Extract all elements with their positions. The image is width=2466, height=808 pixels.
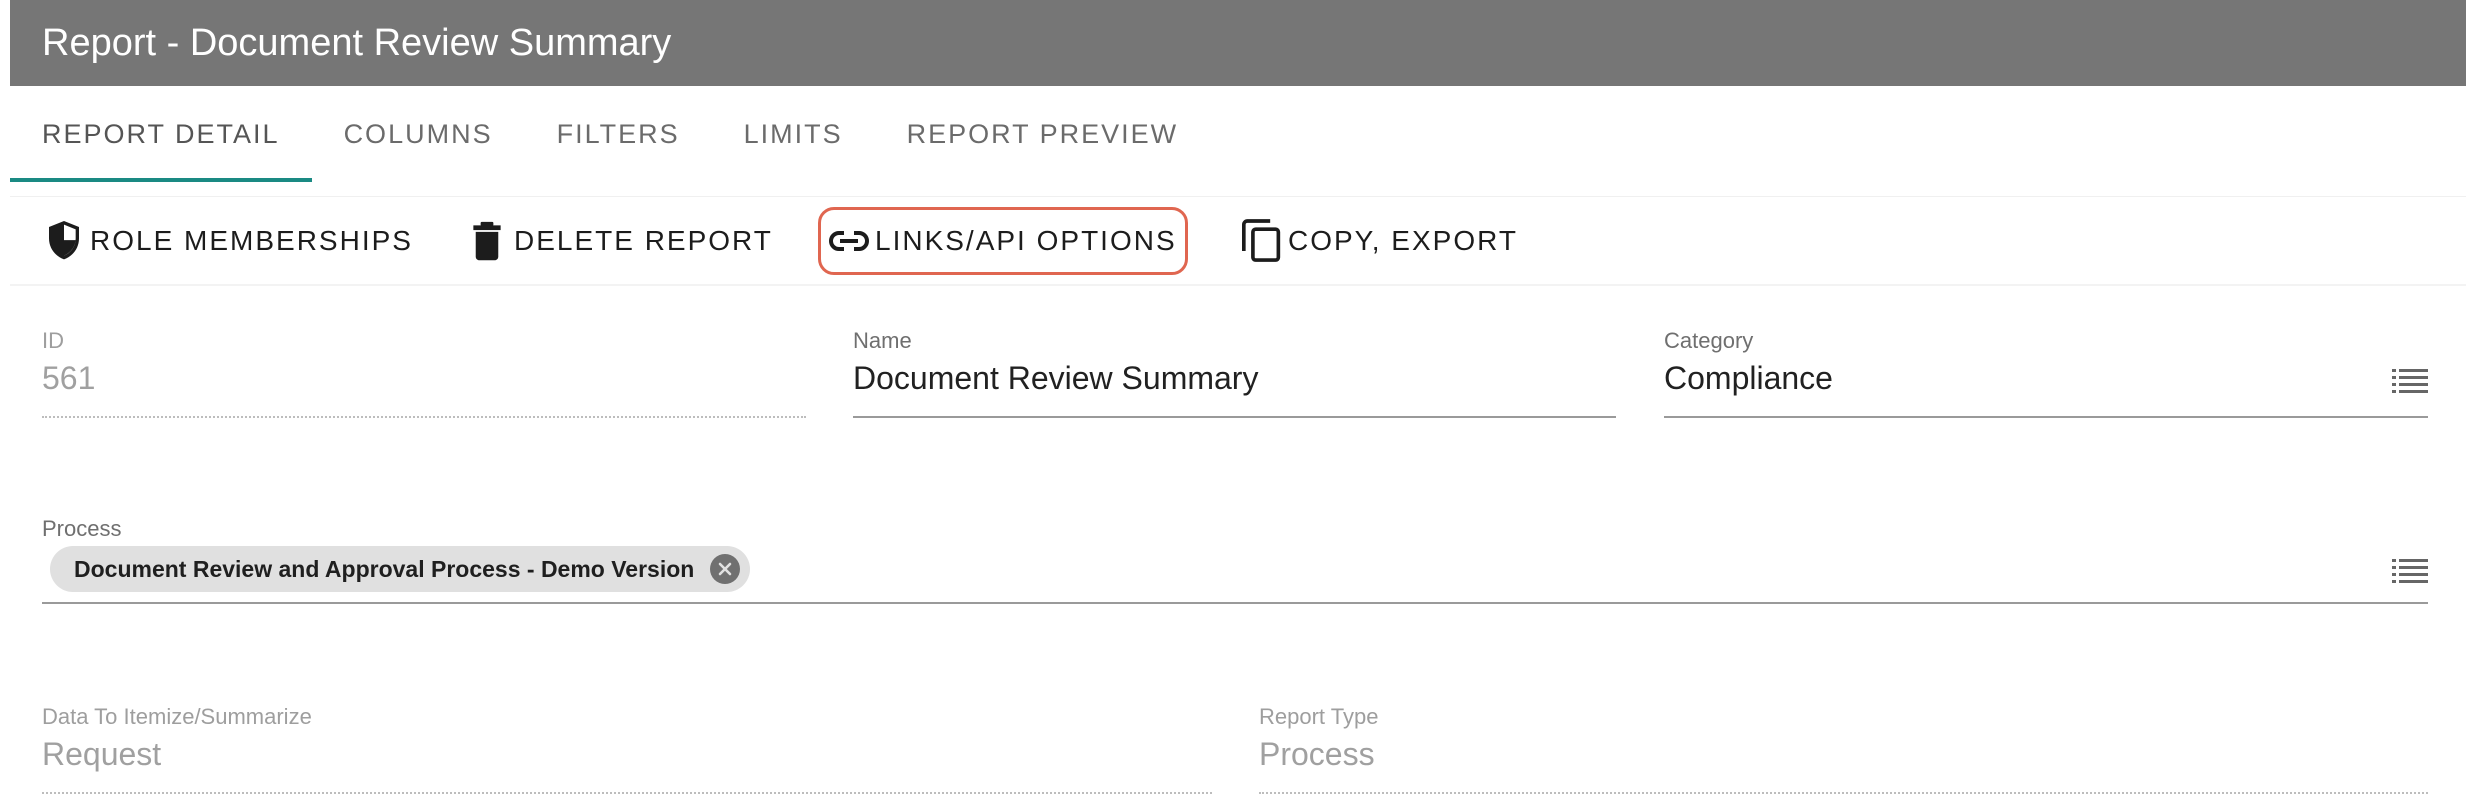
shield-icon (44, 219, 84, 263)
list-icon[interactable] (2392, 368, 2428, 399)
tab-bar: REPORT DETAIL COLUMNS FILTERS LIMITS REP… (10, 86, 2466, 182)
process-chip[interactable]: Document Review and Approval Process - D… (50, 546, 751, 592)
tab-label: REPORT DETAIL (42, 118, 280, 149)
process-field[interactable]: Process Document Review and Approval Pro… (42, 516, 2428, 604)
category-field[interactable]: Category Compliance (1664, 328, 2428, 418)
copy-export-button[interactable]: COPY, EXPORT (1242, 209, 1518, 273)
tab-label: COLUMNS (343, 118, 493, 149)
tab-label: REPORT PREVIEW (906, 118, 1179, 149)
trash-icon (472, 221, 502, 261)
links-api-options-button[interactable]: LINKS/API OPTIONS (818, 207, 1188, 275)
links-api-options-label: LINKS/API OPTIONS (875, 225, 1177, 256)
report-type-value: Process (1259, 736, 1375, 772)
category-underline (1664, 416, 2428, 418)
data-to-itemize-value: Request (42, 736, 162, 772)
category-label: Category (1664, 328, 1754, 353)
id-field: ID 561 (42, 328, 806, 418)
process-chip-label: Document Review and Approval Process - D… (74, 555, 695, 582)
data-to-itemize-underline (42, 792, 1212, 794)
tab-filters[interactable]: FILTERS (525, 86, 712, 182)
tab-report-detail[interactable]: REPORT DETAIL (10, 86, 312, 182)
tab-report-preview[interactable]: REPORT PREVIEW (875, 86, 1211, 182)
tab-limits[interactable]: LIMITS (712, 86, 875, 182)
id-underline (42, 416, 806, 418)
data-to-itemize-field: Data To Itemize/Summarize Request (42, 704, 1212, 794)
name-value[interactable]: Document Review Summary (853, 360, 1258, 397)
title-bar: Report - Document Review Summary (10, 0, 2466, 86)
report-type-underline (1259, 792, 2428, 794)
process-label: Process (42, 516, 122, 541)
tab-columns[interactable]: COLUMNS (312, 86, 525, 182)
report-type-field: Report Type Process (1259, 704, 2428, 794)
tab-label: LIMITS (743, 118, 843, 149)
role-memberships-button[interactable]: ROLE MEMBERSHIPS (44, 209, 413, 273)
page-title: Report - Document Review Summary (42, 21, 672, 64)
name-underline (853, 416, 1616, 418)
id-label: ID (42, 328, 64, 353)
report-type-label: Report Type (1259, 704, 1379, 729)
list-icon[interactable] (2392, 558, 2428, 589)
category-value: Compliance (1664, 360, 1833, 396)
delete-report-label: DELETE REPORT (514, 225, 773, 256)
name-field[interactable]: Name Document Review Summary (853, 328, 1616, 418)
name-label: Name (853, 328, 912, 353)
close-icon[interactable] (710, 554, 741, 584)
id-value: 561 (42, 360, 96, 396)
tab-label: FILTERS (556, 118, 680, 149)
data-to-itemize-label: Data To Itemize/Summarize (42, 704, 312, 729)
action-toolbar: ROLE MEMBERSHIPS DELETE REPORT LINKS/API… (10, 196, 2466, 286)
process-underline (42, 602, 2428, 604)
copy-export-label: COPY, EXPORT (1288, 225, 1518, 256)
delete-report-button[interactable]: DELETE REPORT (472, 209, 773, 273)
link-icon (827, 228, 871, 254)
role-memberships-label: ROLE MEMBERSHIPS (90, 225, 413, 256)
report-page: Report - Document Review Summary REPORT … (0, 0, 2466, 808)
copy-icon (1242, 219, 1282, 263)
